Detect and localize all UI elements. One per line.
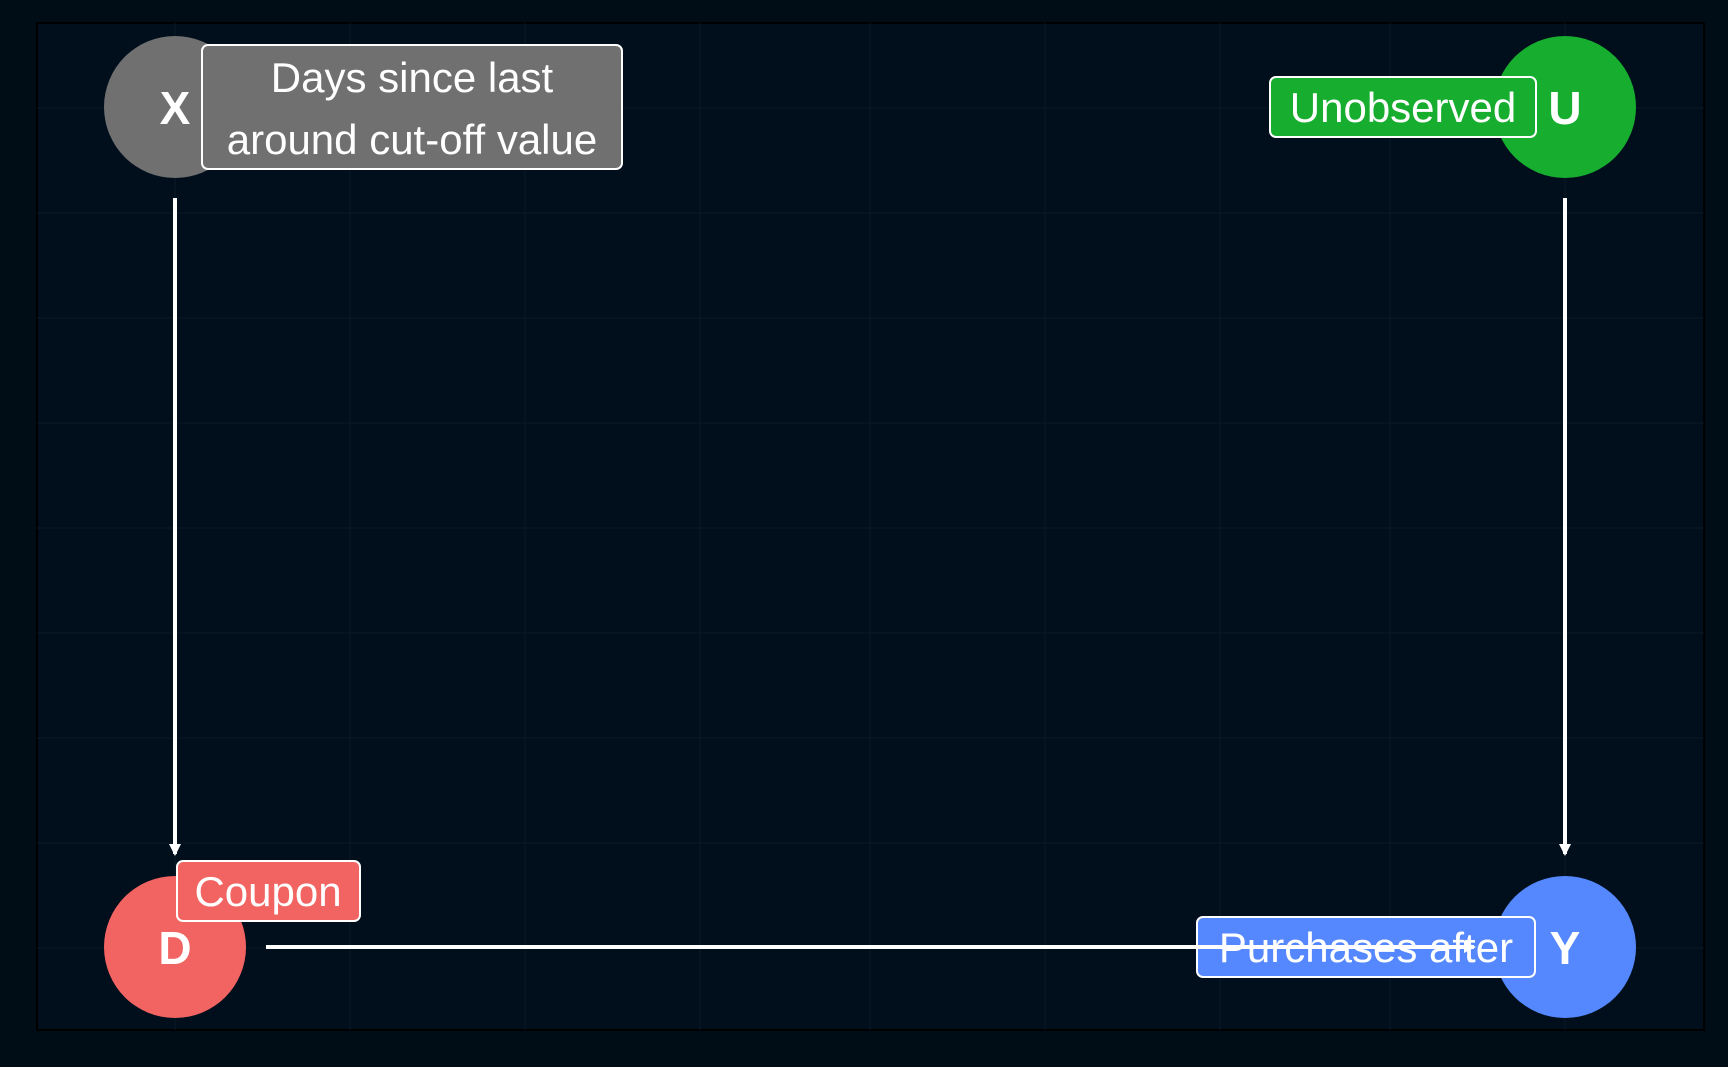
node-d-label: Coupon [194,868,341,915]
causal-diagram: X U D Y Days since last around cut-off v… [36,22,1705,1031]
node-u-label: Unobserved [1290,84,1516,131]
node-x-label-line1: Days since last [271,54,554,101]
node-y-letter: Y [1550,922,1581,974]
node-x-label-line2: around cut-off value [227,116,597,163]
node-x-letter: X [160,82,191,134]
node-d-letter: D [158,922,191,974]
node-u-letter: U [1548,82,1581,134]
diagram-canvas: X U D Y Days since last around cut-off v… [0,0,1728,1067]
